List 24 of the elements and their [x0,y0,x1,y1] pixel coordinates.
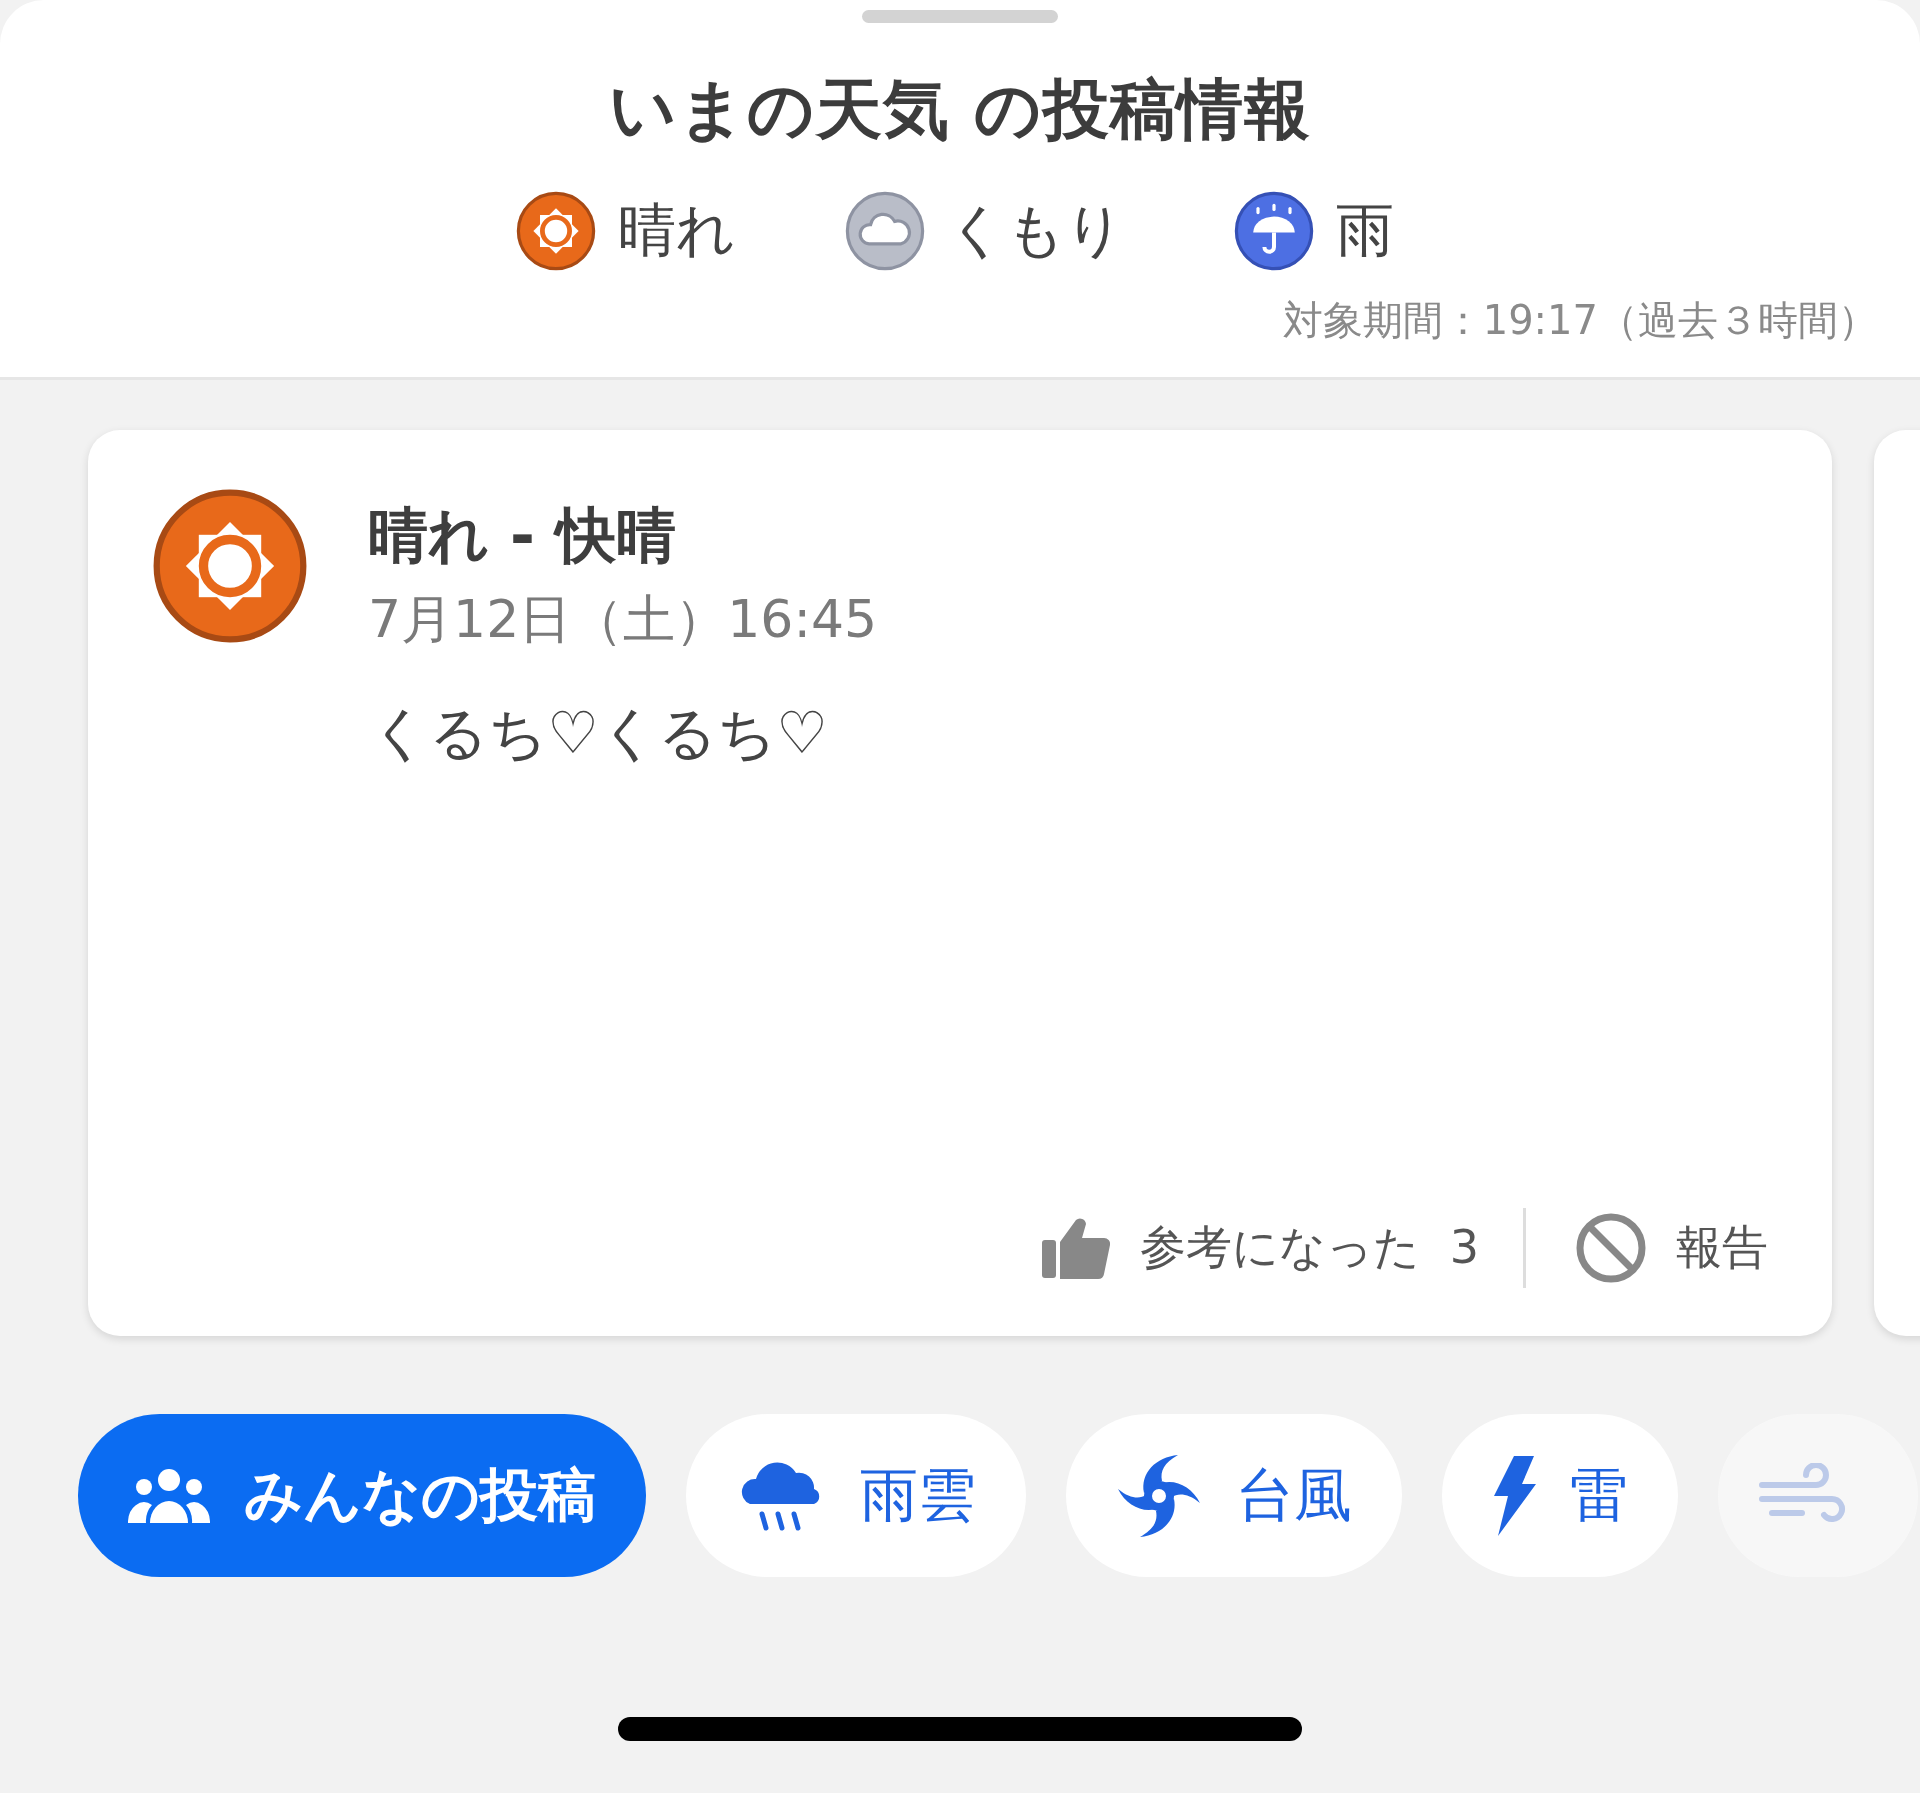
umbrella-icon [1234,191,1314,271]
period-text: 対象期間：19:17（過去３時間） [1282,296,1878,345]
helpful-button[interactable]: 参考になった 3 [1042,1216,1479,1280]
legend-label: くもり [947,195,1124,266]
report-button[interactable]: 報告 [1576,1213,1768,1283]
people-icon [128,1466,210,1525]
cloud-icon [845,191,925,271]
thumbs-up-icon [1042,1216,1111,1280]
typhoon-icon [1116,1452,1202,1539]
post-text: くるち♡くるち♡ [370,698,829,769]
sheet-title: いまの天気 の投稿情報 [609,70,1311,150]
filter-chip[interactable]: みんなの投稿 [78,1414,646,1577]
prohibited-icon [1576,1213,1646,1283]
post-title: 晴れ - 快晴 [368,499,677,572]
post-date: 7月12日（土）16:45 [368,588,878,651]
filter-chip[interactable]: 台風 [1066,1414,1402,1577]
grab-handle[interactable] [862,10,1058,23]
legend-label: 雨 [1336,195,1394,266]
filter-chip[interactable]: 雷 [1442,1414,1678,1577]
lightning-icon [1492,1455,1536,1536]
filter-chip[interactable]: 雨雲 [686,1414,1026,1577]
sun-icon [152,488,308,644]
legend-label: 晴れ [618,195,735,266]
sun-icon [516,191,596,271]
